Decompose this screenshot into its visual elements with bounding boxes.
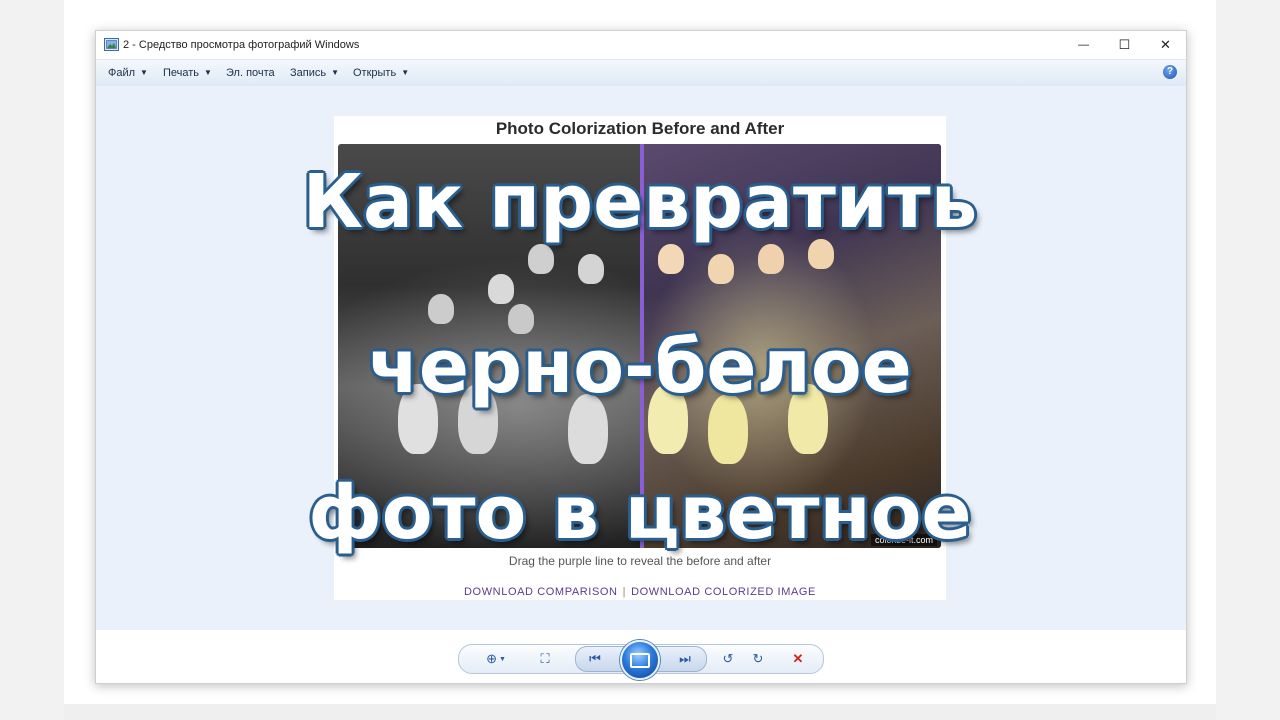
menu-email-label: Эл. почта: [226, 67, 275, 79]
title-bar[interactable]: 2 - Средство просмотра фотографий Window…: [96, 31, 1186, 59]
menu-burn-label: Запись: [290, 67, 327, 79]
menu-file-label: Файл: [108, 67, 136, 79]
rotate-cw-icon: ↻: [752, 651, 764, 666]
chevron-down-icon: ▼: [140, 68, 148, 77]
zoom-button[interactable]: ⊕ ▼: [481, 649, 511, 669]
minimize-icon: —: [1078, 39, 1089, 51]
menu-bar: Файл ▼ Печать ▼ Эл. почта Запись ▼ Открыть ▼…: [96, 59, 1186, 87]
rotate-cw-button[interactable]: ↻: [747, 649, 769, 669]
maximize-button[interactable]: ☐: [1104, 31, 1145, 59]
child-figure: [528, 244, 554, 274]
child-figure: [488, 274, 514, 304]
photo-viewer-app-icon: [104, 38, 119, 51]
child-figure: [428, 294, 454, 324]
zoom-icon: ⊕: [486, 651, 497, 666]
next-icon: ⏭: [679, 651, 691, 666]
link-separator: |: [622, 586, 627, 598]
slideshow-icon: [630, 652, 650, 668]
child-figure: [578, 254, 604, 284]
menu-file[interactable]: Файл ▼: [108, 67, 148, 79]
slideshow-button[interactable]: [620, 640, 660, 680]
window-title: 2 - Средство просмотра фотографий Window…: [123, 39, 360, 51]
maximize-icon: ☐: [1118, 37, 1131, 52]
menu-burn[interactable]: Запись ▼: [290, 67, 339, 79]
fit-window-icon: ⛶: [540, 651, 550, 666]
chevron-down-icon: ▼: [498, 655, 506, 663]
download-comparison-link[interactable]: DOWNLOAD COMPARISON: [464, 586, 618, 598]
menu-open-label: Открыть: [353, 67, 397, 79]
rotate-ccw-button[interactable]: ↺: [717, 649, 739, 669]
bottom-toolbar: ⊕ ▼ ⛶ ⏮ ⏭ ↺ ↻ ✕: [96, 631, 1186, 683]
child-figure: [758, 244, 784, 274]
overlay-title-line-3: фото в цветное: [308, 470, 972, 556]
chevron-down-icon: ▼: [204, 68, 212, 77]
download-links: DOWNLOAD COMPARISON | DOWNLOAD COLORIZED I…: [334, 586, 946, 598]
child-figure: [658, 244, 684, 274]
minimize-button[interactable]: —: [1063, 31, 1104, 59]
delete-button[interactable]: ✕: [787, 649, 809, 669]
overlay-title-line-1: Как превратить: [302, 159, 978, 245]
bottom-background: [64, 704, 1216, 720]
menu-print-label: Печать: [163, 67, 200, 79]
actual-size-button[interactable]: ⛶: [534, 649, 556, 669]
controls-bar: ⊕ ▼ ⛶ ⏮ ⏭ ↺ ↻ ✕: [458, 640, 824, 680]
image-caption: Drag the purple line to reveal the befor…: [508, 554, 772, 568]
menu-email[interactable]: Эл. почта: [226, 67, 275, 79]
next-button[interactable]: ⏭: [674, 649, 696, 669]
chevron-down-icon: ▼: [401, 68, 410, 77]
chevron-down-icon: ▼: [331, 68, 340, 77]
image-title: Photo Colorization Before and After: [495, 119, 785, 138]
child-figure: [708, 254, 734, 284]
close-button[interactable]: ✕: [1145, 31, 1186, 59]
delete-icon: ✕: [792, 651, 804, 666]
menu-print[interactable]: Печать ▼: [163, 67, 212, 79]
previous-icon: ⏮: [589, 651, 601, 666]
help-icon[interactable]: ?: [1163, 65, 1177, 79]
rotate-ccw-icon: ↺: [722, 651, 734, 666]
download-colorized-link[interactable]: DOWNLOAD COLORIZED IMAGE: [631, 586, 816, 598]
previous-button[interactable]: ⏮: [584, 649, 606, 669]
overlay-title-line-2: черно-белое: [368, 324, 912, 410]
menu-open[interactable]: Открыть ▼: [353, 67, 409, 79]
close-icon: ✕: [1160, 37, 1171, 52]
